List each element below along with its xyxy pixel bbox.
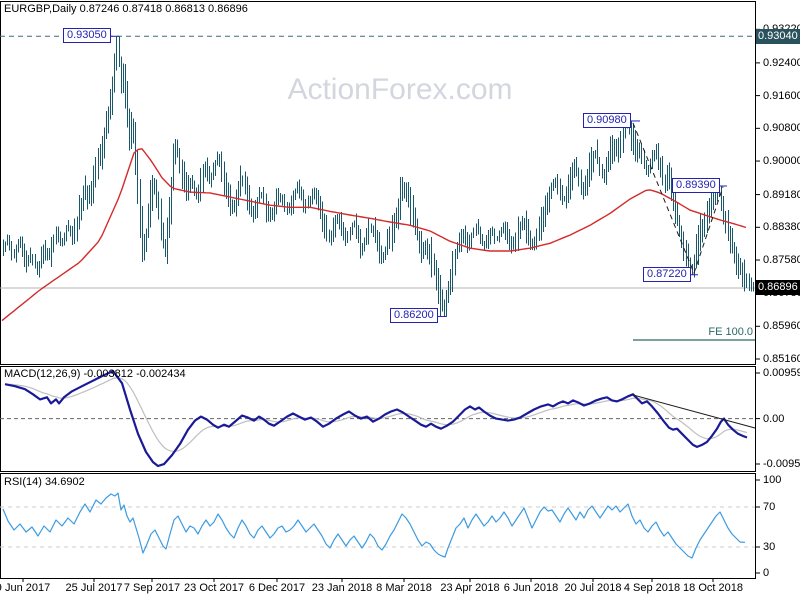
chart-canvas[interactable] bbox=[0, 0, 800, 600]
panel-border-2 bbox=[0, 473, 756, 579]
trading-chart-window: ActionForex.com EURGBP,Daily 0.87246 0.8… bbox=[0, 0, 800, 600]
macd-trendline bbox=[632, 394, 756, 429]
fibonacci-expansion-label: FE 100.0 bbox=[708, 325, 753, 338]
symbol-ohlc-header: EURGBP,Daily 0.87246 0.87418 0.86813 0.8… bbox=[4, 3, 248, 15]
rsi-indicator-label: RSI(14) 34.6902 bbox=[4, 476, 85, 488]
macd-signal-line bbox=[5, 377, 748, 453]
macd-indicator-label: MACD(12,26,9) -0.003812 -0.002434 bbox=[4, 368, 186, 380]
price-bars bbox=[3, 36, 754, 317]
price-dashed-trendline bbox=[632, 122, 724, 275]
rsi-line bbox=[2, 492, 746, 559]
panel-border-0 bbox=[0, 1, 756, 365]
